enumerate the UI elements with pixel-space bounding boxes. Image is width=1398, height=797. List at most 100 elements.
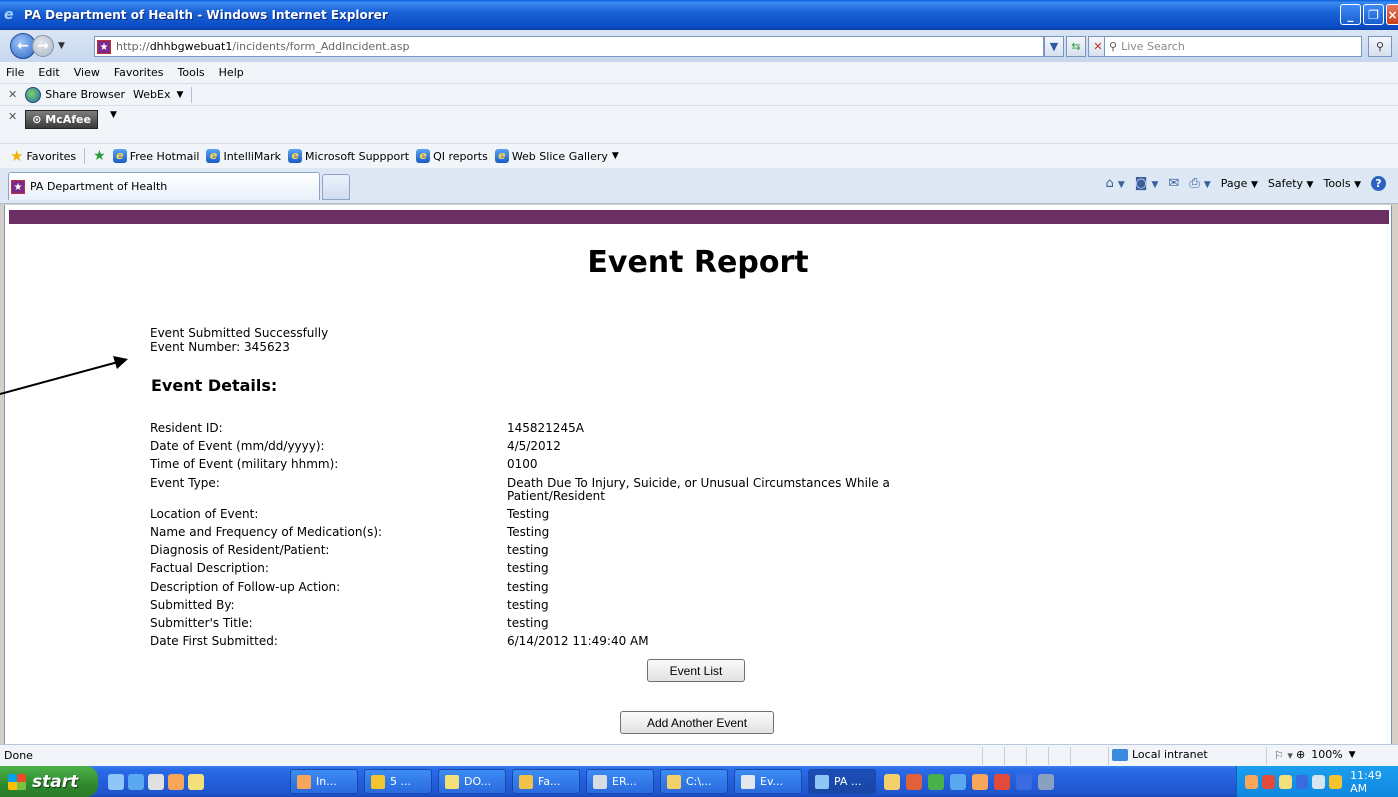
fav-link-microsoft[interactable]: e Microsoft Suppport <box>288 149 409 163</box>
safety-menu[interactable]: Safety ▼ <box>1268 177 1314 190</box>
taskbar-button[interactable]: Fa... <box>512 769 580 794</box>
menu-favorites[interactable]: Favorites <box>114 66 164 79</box>
forward-button[interactable]: → <box>32 35 54 57</box>
tools-menu[interactable]: Tools ▼ <box>1323 177 1361 190</box>
app-icon[interactable] <box>1038 774 1054 790</box>
app-icon[interactable] <box>906 774 922 790</box>
address-dropdown-icon[interactable]: ▼ <box>1044 36 1064 57</box>
app-icon <box>371 774 385 789</box>
webex-button[interactable]: WebEx <box>133 88 170 101</box>
menu-edit[interactable]: Edit <box>38 66 59 79</box>
share-toolbar: ✕ Share Browser WebEx ▼ <box>0 84 1398 106</box>
help-icon[interactable]: ? <box>1371 176 1386 191</box>
menu-view[interactable]: View <box>74 66 100 79</box>
menu-help[interactable]: Help <box>219 66 244 79</box>
search-input[interactable]: ⚲ Live Search <box>1104 36 1362 57</box>
tools-menu-label: Tools <box>1323 177 1351 190</box>
mcafee-button[interactable]: ⊙ McAfee <box>25 110 98 129</box>
folder-icon <box>667 774 681 789</box>
ie-quicklaunch-icon[interactable] <box>128 773 144 790</box>
zoom-control[interactable]: ⊕ 100% ▼ <box>1296 748 1356 761</box>
app-icon[interactable] <box>884 774 900 790</box>
page-menu[interactable]: Page ▼ <box>1221 177 1258 190</box>
clock[interactable]: 11:49 AM <box>1350 769 1398 795</box>
fav-link-label: Free Hotmail <box>129 149 200 163</box>
new-tab-button[interactable] <box>322 174 350 200</box>
close-toolbar-icon[interactable]: ✕ <box>8 110 17 123</box>
taskbar-button-label: 5 ... <box>390 775 411 788</box>
ie-quicklaunch-icon[interactable] <box>108 773 124 790</box>
feeds-icon[interactable]: ◙ ▼ <box>1135 176 1159 191</box>
detail-row: Location of Event: Testing <box>150 506 1050 521</box>
detail-label: Event Type: <box>150 475 220 490</box>
mail-icon[interactable]: ✉ <box>1168 176 1179 191</box>
fav-link-intellimark[interactable]: e IntelliMark <box>206 149 281 163</box>
add-another-event-button[interactable]: Add Another Event <box>620 711 774 734</box>
webex-dropdown-icon[interactable]: ▼ <box>177 90 184 100</box>
tray-icon[interactable] <box>1261 774 1275 789</box>
tray-icon[interactable] <box>1278 774 1292 789</box>
security-zone[interactable]: Local intranet <box>1112 748 1208 761</box>
taskbar-button[interactable]: C:\... <box>660 769 728 794</box>
tray-icon[interactable] <box>1312 774 1326 789</box>
taskbar-button-label: In... <box>316 775 337 788</box>
taskbar-button[interactable]: DO... <box>438 769 506 794</box>
detail-row: Description of Follow-up Action: testing <box>150 579 1050 594</box>
status-cell <box>1108 747 1109 765</box>
detail-label: Date First Submitted: <box>150 634 278 649</box>
taskbar-button[interactable]: 5 ... <box>364 769 432 794</box>
restore-button[interactable]: ❐ <box>1363 4 1384 25</box>
address-bar[interactable]: ★ http://dhhbgwebuat1/incidents/form_Add… <box>94 36 1044 57</box>
fav-link-hotmail[interactable]: e Free Hotmail <box>112 149 200 163</box>
taskbar-button[interactable]: Ev... <box>734 769 802 794</box>
app-quicklaunch-icon[interactable] <box>148 773 164 790</box>
app-icon[interactable] <box>928 774 944 790</box>
mcafee-dropdown-icon[interactable]: ▼ <box>110 110 117 120</box>
app-icon[interactable] <box>994 774 1010 790</box>
app-icon[interactable] <box>972 774 988 790</box>
zone-label: Local intranet <box>1132 748 1208 761</box>
menu-tools[interactable]: Tools <box>178 66 205 79</box>
search-go-button[interactable]: ⚲ <box>1368 36 1392 57</box>
add-favorite-icon[interactable]: ★ <box>93 148 106 164</box>
fav-link-qi-reports[interactable]: e QI reports <box>416 149 488 163</box>
detail-value: testing <box>507 579 549 594</box>
menu-bar: File Edit View Favorites Tools Help <box>0 62 1398 84</box>
menu-file[interactable]: File <box>6 66 24 79</box>
close-button[interactable]: × <box>1386 4 1398 25</box>
tray-icon[interactable] <box>1245 774 1258 789</box>
site-favicon-icon: ★ <box>97 39 111 54</box>
mail-quicklaunch-icon[interactable] <box>188 773 204 790</box>
event-list-button[interactable]: Event List <box>647 659 745 682</box>
favorites-button[interactable]: Favorites <box>26 150 76 163</box>
detail-label: Location of Event: <box>150 506 259 521</box>
detail-label: Diagnosis of Resident/Patient: <box>150 543 330 558</box>
taskbar-button-label: C:\... <box>686 775 712 788</box>
fav-link-web-slice[interactable]: e Web Slice Gallery ▼ <box>494 149 619 163</box>
refresh-button[interactable]: ⇆ <box>1066 36 1086 57</box>
recent-pages-dropdown-icon[interactable]: ▼ <box>58 41 65 51</box>
minimize-button[interactable]: _ <box>1340 4 1361 25</box>
network-icon[interactable] <box>1295 774 1309 789</box>
detail-label: Submitted By: <box>150 597 235 612</box>
start-button[interactable]: start <box>0 766 98 797</box>
status-cell <box>1048 747 1049 765</box>
app-icon[interactable] <box>1016 774 1032 790</box>
app-quicklaunch-icon[interactable] <box>168 773 184 790</box>
protected-mode-icon[interactable]: ⚐ ▾ <box>1274 749 1293 762</box>
detail-value: 6/14/2012 11:49:40 AM <box>507 634 649 649</box>
share-browser-button[interactable]: Share Browser <box>45 88 125 101</box>
taskbar-button[interactable]: In... <box>290 769 358 794</box>
tab-pa-health[interactable]: ★ PA Department of Health <box>8 172 320 200</box>
detail-row: Event Type: Death Due To Injury, Suicide,… <box>150 475 1050 503</box>
print-icon[interactable]: ⎙ ▼ <box>1189 176 1210 191</box>
status-message: Event Submitted Successfully <box>150 326 329 340</box>
tray-icon[interactable] <box>1329 774 1343 789</box>
close-toolbar-icon[interactable]: ✕ <box>8 88 17 101</box>
favorites-separator <box>84 148 86 164</box>
taskbar-button-active[interactable]: PA ... <box>808 769 876 794</box>
home-icon[interactable]: ⌂ ▼ <box>1105 176 1124 191</box>
tab-label: PA Department of Health <box>30 180 168 193</box>
app-icon[interactable] <box>950 774 966 790</box>
taskbar-button[interactable]: ER... <box>586 769 654 794</box>
